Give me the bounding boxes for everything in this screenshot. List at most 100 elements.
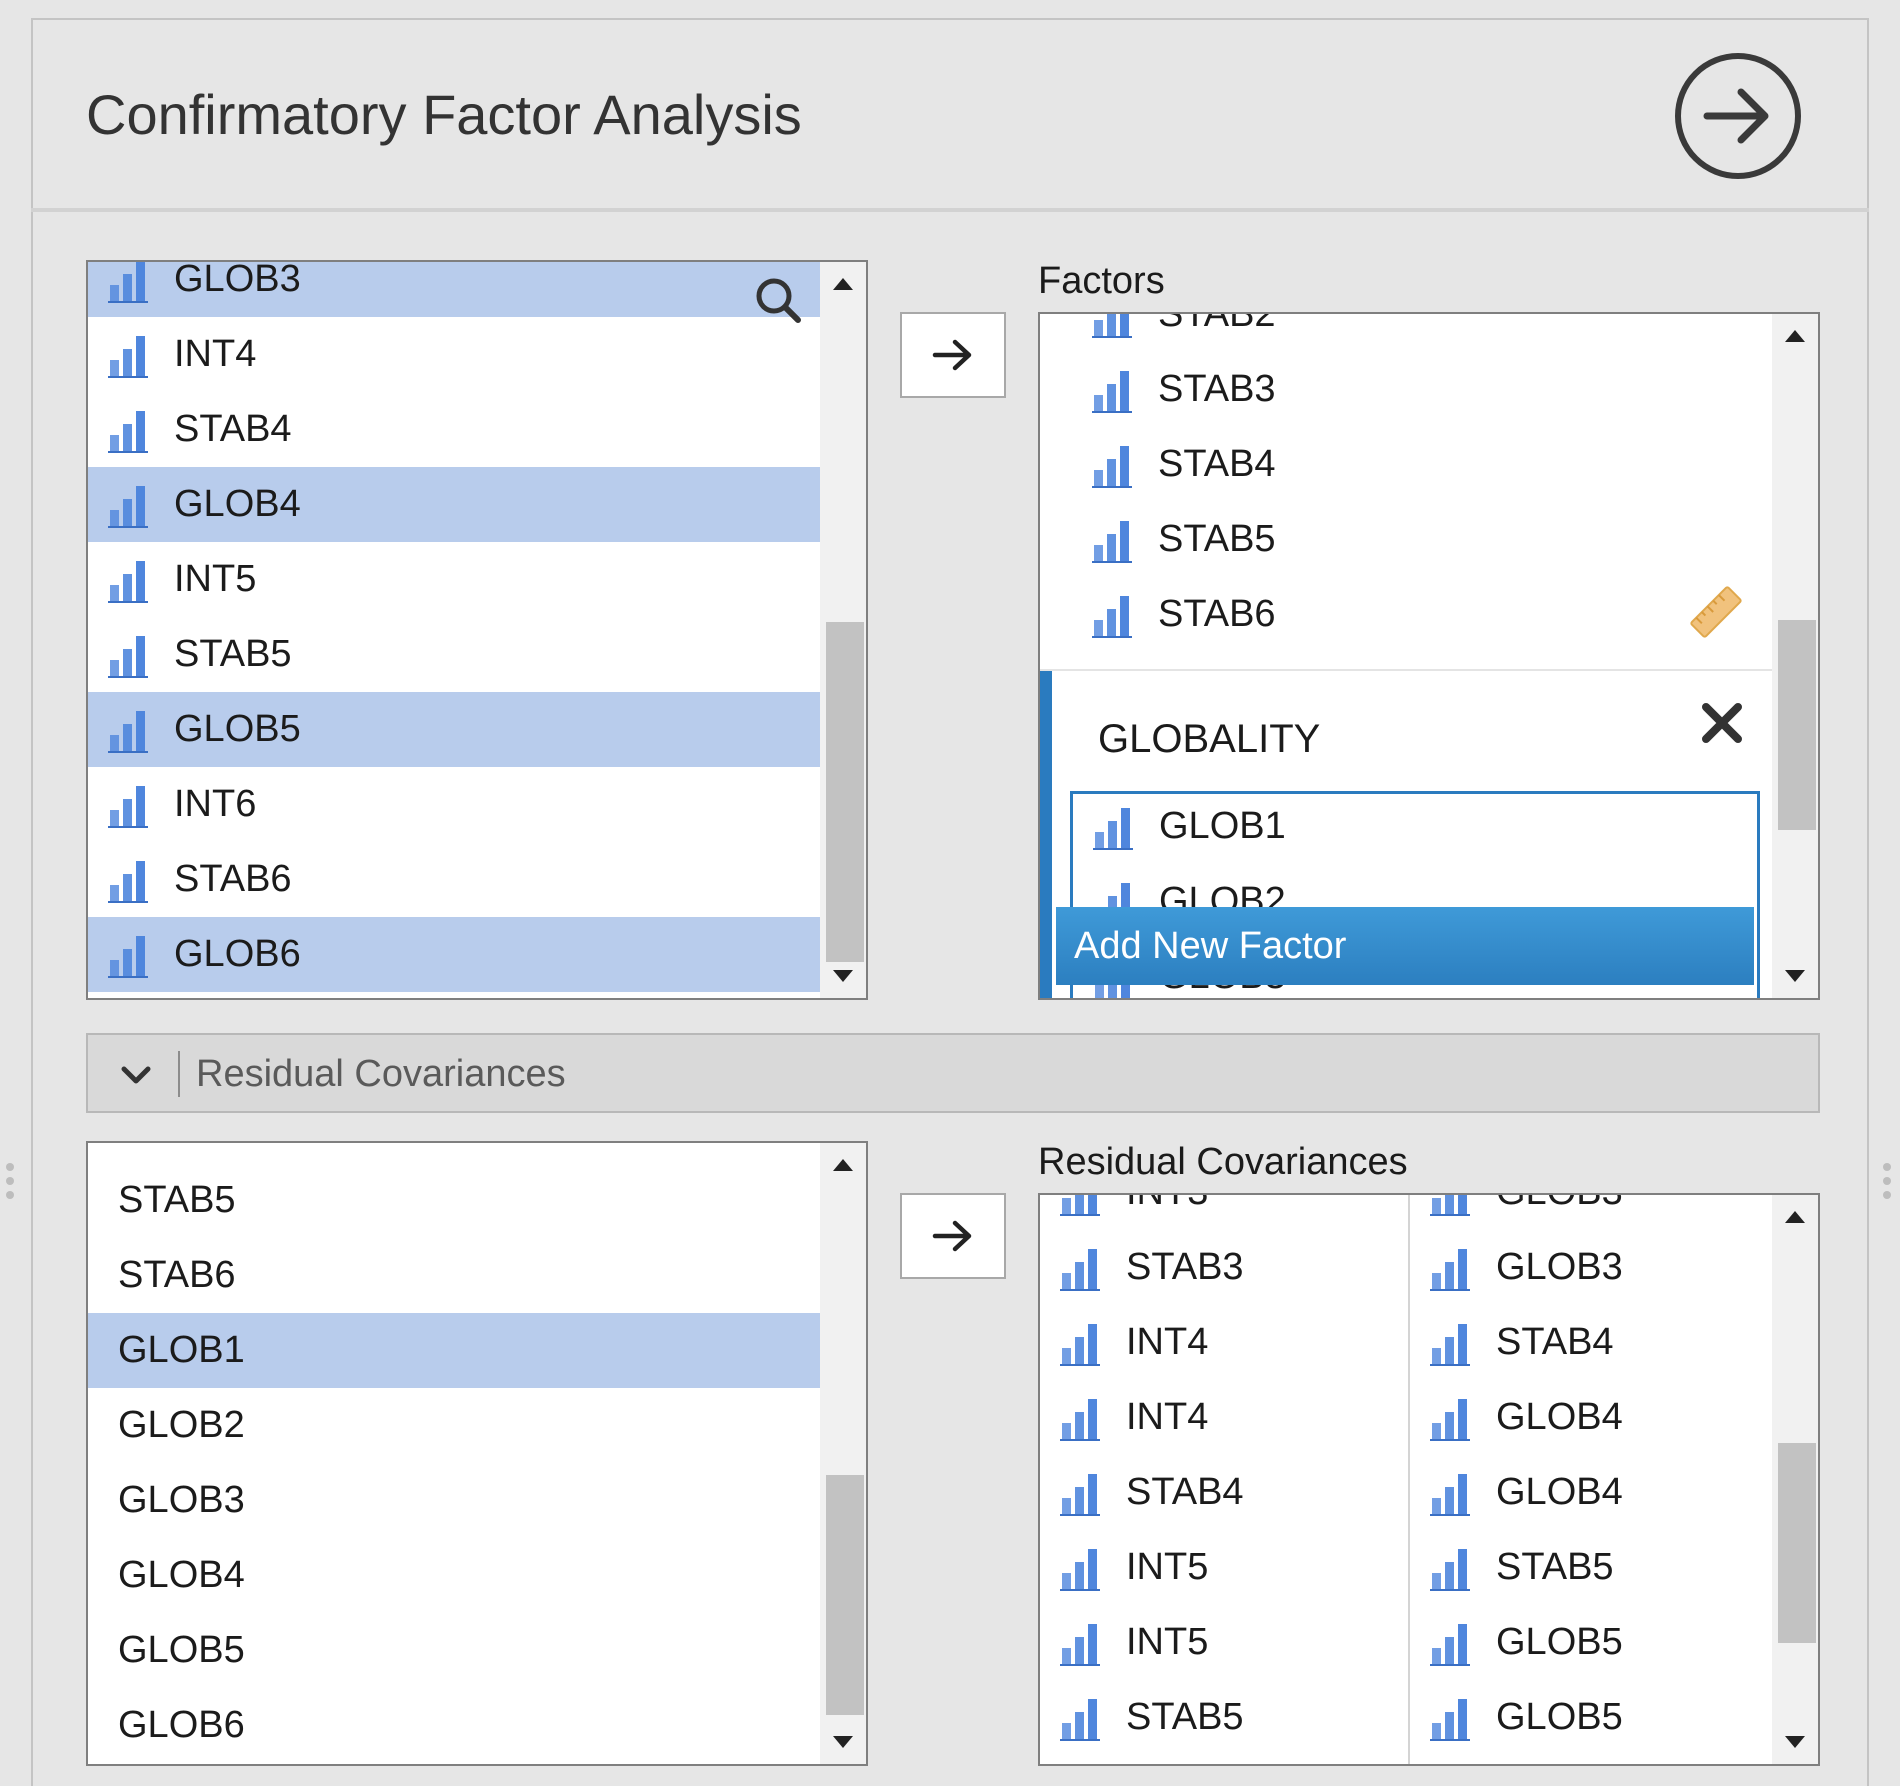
residual-source-item[interactable]: STAB6 — [88, 1238, 820, 1313]
residual-target-listbox[interactable]: INT3 GLOB3 STAB3 GLOB3 INT4 STAB4 INT4 GLOB4 STA… — [1038, 1193, 1820, 1766]
continuous-variable-icon — [1060, 1195, 1106, 1216]
residual-source-item[interactable]: GLOB3 — [88, 1463, 820, 1538]
residual-pair-cell[interactable]: INT5 — [1040, 1530, 1406, 1605]
variable-item[interactable]: STAB5 — [88, 617, 820, 692]
scroll-up-arrow[interactable] — [1772, 314, 1818, 358]
list-item-label: GLOB3 — [118, 1479, 245, 1521]
page-title: Confirmatory Factor Analysis — [86, 83, 802, 146]
list-item-label: STAB5 — [1158, 518, 1276, 560]
residual-pair-cell[interactable]: GLOB4 — [1410, 1455, 1772, 1530]
scroll-down-arrow[interactable] — [1772, 1720, 1818, 1764]
factor-item[interactable]: STAB4 — [1040, 427, 1772, 502]
factors-scrollbar[interactable] — [1772, 314, 1818, 998]
run-analysis-button[interactable] — [1675, 53, 1801, 179]
residual-pair-cell[interactable]: STAB4 — [1040, 1455, 1406, 1530]
scroll-thumb[interactable] — [826, 1475, 864, 1715]
scroll-up-arrow[interactable] — [1772, 1195, 1818, 1239]
residual-pair-cell[interactable]: GLOB5 — [1410, 1680, 1772, 1755]
ruler-icon — [1690, 586, 1742, 638]
variables-listbox[interactable]: GLOB3 INT4 STAB4 GLOB4 INT5 STAB5 GLOB5 INT6 STA… — [86, 260, 868, 1000]
residual-source-listbox[interactable]: STAB5 STAB6 GLOB1 GLOB2 GLOB3 GLOB4 GLOB5 GLOB6 — [86, 1141, 868, 1766]
factors-listbox[interactable]: STAB2 STAB3 STAB4 STAB5 STAB6 GLOBALITY GLOB… — [1038, 312, 1820, 1000]
factor-item[interactable]: STAB6 — [1040, 577, 1772, 652]
continuous-variable-icon — [1430, 1470, 1476, 1516]
continuous-variable-icon — [108, 262, 154, 303]
variable-item[interactable]: GLOB4 — [88, 467, 820, 542]
list-item-label: STAB5 — [1126, 1696, 1244, 1738]
residual-pair-cell[interactable]: STAB4 — [1410, 1305, 1772, 1380]
continuous-variable-icon — [1092, 367, 1138, 413]
residual-pair-cell[interactable]: INT4 — [1040, 1380, 1406, 1455]
scroll-down-arrow[interactable] — [820, 954, 866, 998]
list-item-label: GLOB1 — [1159, 805, 1286, 847]
continuous-variable-icon — [1060, 1395, 1106, 1441]
factor-item[interactable]: STAB5 — [1040, 502, 1772, 577]
residual-pair-cell[interactable]: STAB3 — [1040, 1230, 1406, 1305]
variable-item[interactable]: STAB6 — [88, 842, 820, 917]
continuous-variable-icon — [1092, 517, 1138, 563]
arrow-right-icon — [932, 339, 972, 371]
list-item-label: GLOB4 — [118, 1554, 245, 1596]
variable-item[interactable]: GLOB3 — [88, 262, 820, 317]
continuous-variable-icon — [1430, 1320, 1476, 1366]
residual-pair-cell[interactable]: INT3 — [1040, 1195, 1406, 1230]
list-item-label: INT5 — [174, 558, 257, 600]
residual-pair-cell[interactable]: STAB5 — [1040, 1680, 1406, 1755]
variable-item[interactable]: GLOB5 — [88, 692, 820, 767]
scroll-down-arrow[interactable] — [1772, 954, 1818, 998]
column-divider — [1408, 1195, 1410, 1764]
scroll-up-arrow[interactable] — [820, 1143, 866, 1187]
variable-item[interactable]: INT6 — [88, 767, 820, 842]
move-to-factors-button[interactable] — [900, 312, 1006, 398]
scroll-down-arrow[interactable] — [820, 1720, 866, 1764]
list-item-label: GLOB1 — [118, 1329, 245, 1371]
scroll-up-arrow[interactable] — [820, 262, 866, 306]
factor-item[interactable]: STAB3 — [1040, 352, 1772, 427]
factor-item[interactable]: GLOB1 — [1073, 794, 1757, 864]
continuous-variable-icon — [1430, 1695, 1476, 1741]
residual-source-item[interactable]: GLOB1 — [88, 1313, 820, 1388]
variable-item[interactable]: INT4 — [88, 317, 820, 392]
residual-pair-cell[interactable]: GLOB5 — [1410, 1605, 1772, 1680]
factor-item[interactable]: STAB2 — [1040, 314, 1772, 352]
variable-item[interactable]: STAB4 — [88, 392, 820, 467]
search-button[interactable] — [748, 270, 808, 330]
list-item-label: INT5 — [1126, 1621, 1209, 1663]
residual-source-scrollbar[interactable] — [820, 1143, 866, 1764]
list-item-label: INT4 — [1126, 1321, 1209, 1363]
residual-pair-cell[interactable]: GLOB3 — [1410, 1195, 1772, 1230]
residual-pair-cell[interactable]: STAB5 — [1410, 1530, 1772, 1605]
residual-pair-cell[interactable]: GLOB3 — [1410, 1230, 1772, 1305]
variables-scrollbar[interactable] — [820, 262, 866, 998]
residual-source-item[interactable]: GLOB4 — [88, 1538, 820, 1613]
factors-label: Factors — [1038, 260, 1165, 302]
scroll-thumb[interactable] — [1778, 1443, 1816, 1643]
scroll-thumb[interactable] — [826, 622, 864, 962]
variable-item[interactable]: GLOB6 — [88, 917, 820, 992]
list-item-label: GLOB3 — [1496, 1195, 1623, 1214]
residual-pair-cell[interactable]: GLOB4 — [1410, 1380, 1772, 1455]
residual-target-scrollbar[interactable] — [1772, 1195, 1818, 1764]
residual-source-item[interactable]: GLOB5 — [88, 1613, 820, 1688]
residual-source-item[interactable]: STAB5 — [88, 1163, 820, 1238]
residual-covariances-label: Residual Covariances — [1038, 1141, 1408, 1183]
continuous-variable-icon — [108, 707, 154, 753]
left-resize-handle[interactable] — [6, 1163, 18, 1205]
variable-item[interactable]: INT5 — [88, 542, 820, 617]
residual-source-item[interactable]: GLOB2 — [88, 1388, 820, 1463]
continuous-variable-icon — [108, 482, 154, 528]
residual-covariances-collapse-header[interactable]: Residual Covariances — [86, 1033, 1820, 1113]
move-to-residuals-button[interactable] — [900, 1193, 1006, 1279]
factor-name[interactable]: GLOBALITY — [1098, 717, 1320, 762]
residual-source-item[interactable]: GLOB6 — [88, 1688, 820, 1763]
close-icon[interactable] — [1700, 701, 1744, 745]
right-resize-handle[interactable] — [1883, 1163, 1895, 1205]
residual-pair-cell[interactable]: INT4 — [1040, 1305, 1406, 1380]
list-item-label: GLOB5 — [1496, 1621, 1623, 1663]
continuous-variable-icon — [1060, 1470, 1106, 1516]
scroll-thumb[interactable] — [1778, 620, 1816, 830]
list-item-label: GLOB3 — [1496, 1246, 1623, 1288]
residual-pair-cell[interactable]: INT5 — [1040, 1605, 1406, 1680]
add-new-factor-button[interactable]: Add New Factor — [1056, 907, 1754, 985]
list-item-label: GLOB2 — [118, 1404, 245, 1446]
